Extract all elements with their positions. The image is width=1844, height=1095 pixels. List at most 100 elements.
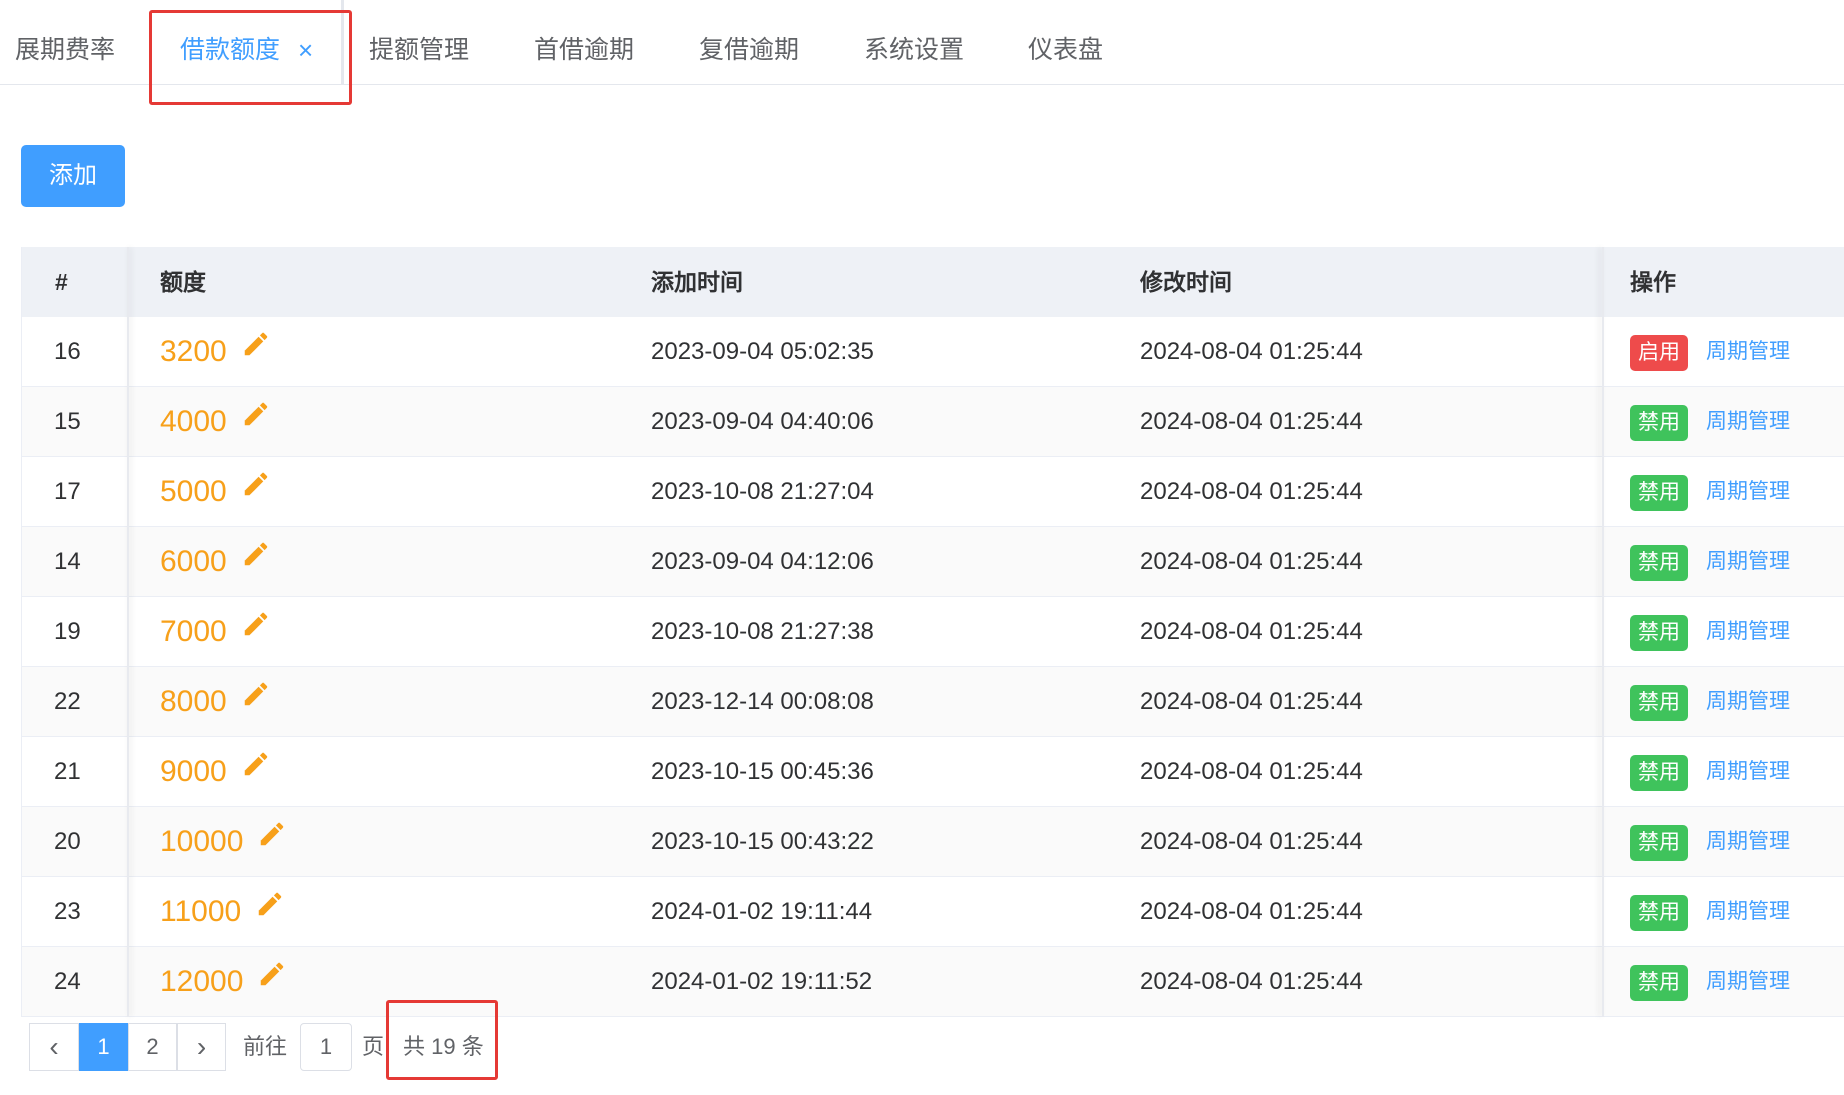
modified-time: 2024-08-04 01:25:44 (1140, 478, 1363, 505)
status-toggle-button[interactable]: 禁用 (1630, 475, 1688, 511)
amount-cell: 12000 (160, 947, 287, 1017)
edit-pencil-icon[interactable] (257, 947, 287, 1017)
page-1-button[interactable]: 1 (79, 1023, 128, 1071)
edit-pencil-icon[interactable] (241, 457, 271, 527)
modified-time: 2024-08-04 01:25:44 (1140, 898, 1363, 925)
cycle-management-link[interactable]: 周期管理 (1706, 527, 1790, 597)
table-header: # 额度 添加时间 修改时间 操作 (21, 247, 1844, 317)
status-toggle-button[interactable]: 禁用 (1630, 965, 1688, 1001)
amount-value: 8000 (160, 685, 227, 718)
row-id: 16 (54, 338, 81, 365)
status-toggle-button[interactable]: 禁用 (1630, 545, 1688, 581)
cycle-management-link[interactable]: 周期管理 (1706, 947, 1790, 1017)
cycle-management-link[interactable]: 周期管理 (1706, 457, 1790, 527)
highlight-box-tab (149, 10, 352, 105)
tab-limit-increase[interactable]: 提额管理 (369, 0, 469, 84)
amount-value: 10000 (160, 825, 244, 858)
edit-pencil-icon[interactable] (241, 387, 271, 457)
added-time: 2023-10-08 21:27:38 (651, 618, 874, 645)
modified-time: 2024-08-04 01:25:44 (1140, 828, 1363, 855)
amount-cell: 11000 (160, 877, 285, 947)
added-time: 2023-10-15 00:45:36 (651, 758, 874, 785)
add-button[interactable]: 添加 (21, 145, 125, 207)
amount-value: 6000 (160, 545, 227, 578)
header-id: # (55, 269, 68, 295)
added-time: 2023-09-04 04:40:06 (651, 408, 874, 435)
modified-time: 2024-08-04 01:25:44 (1140, 408, 1363, 435)
cycle-management-link[interactable]: 周期管理 (1706, 737, 1790, 807)
amount-cell: 10000 (160, 807, 287, 877)
header-amount: 额度 (160, 269, 206, 295)
status-toggle-button[interactable]: 禁用 (1630, 895, 1688, 931)
tab-extension-rate[interactable]: 展期费率 (15, 0, 115, 84)
table-row: 16 3200 2023-09-04 05:02:35 2024-08-04 01:2… (21, 317, 1844, 387)
tab-system-settings[interactable]: 系统设置 (864, 0, 964, 84)
row-id: 23 (54, 898, 81, 925)
status-toggle-button[interactable]: 禁用 (1630, 755, 1688, 791)
edit-pencil-icon[interactable] (241, 667, 271, 737)
cycle-management-link[interactable]: 周期管理 (1706, 317, 1790, 387)
row-id: 19 (54, 618, 81, 645)
table-row: 24 12000 2024-01-02 19:11:52 2024-08-04 01:… (21, 947, 1844, 1017)
added-time: 2023-10-15 00:43:22 (651, 828, 874, 855)
status-toggle-button[interactable]: 禁用 (1630, 405, 1688, 441)
table-row: 23 11000 2024-01-02 19:11:44 2024-08-04 01:… (21, 877, 1844, 947)
row-id: 17 (54, 478, 81, 505)
modified-time: 2024-08-04 01:25:44 (1140, 548, 1363, 575)
added-time: 2023-09-04 04:12:06 (651, 548, 874, 575)
amount-value: 11000 (160, 895, 242, 928)
edit-pencil-icon[interactable] (241, 597, 271, 667)
goto-page-input[interactable]: 1 (300, 1023, 352, 1071)
amount-cell: 8000 (160, 667, 271, 737)
edit-pencil-icon[interactable] (255, 877, 285, 947)
amount-value: 3200 (160, 335, 227, 368)
amount-value: 4000 (160, 405, 227, 438)
cycle-management-link[interactable]: 周期管理 (1706, 877, 1790, 947)
status-toggle-button[interactable]: 启用 (1630, 335, 1688, 371)
edit-pencil-icon[interactable] (257, 807, 287, 877)
edit-pencil-icon[interactable] (241, 527, 271, 597)
tab-repeat-loan-overdue[interactable]: 复借逾期 (699, 0, 799, 84)
header-modified-time: 修改时间 (1140, 269, 1232, 295)
table-row: 15 4000 2023-09-04 04:40:06 2024-08-04 01:2… (21, 387, 1844, 457)
row-id: 14 (54, 548, 81, 575)
status-toggle-button[interactable]: 禁用 (1630, 615, 1688, 651)
amount-cell: 4000 (160, 387, 271, 457)
page-suffix: 页 (362, 1034, 385, 1059)
table-row: 19 7000 2023-10-08 21:27:38 2024-08-04 01:2… (21, 597, 1844, 667)
row-id: 21 (54, 758, 81, 785)
amount-cell: 9000 (160, 737, 271, 807)
edit-pencil-icon[interactable] (241, 317, 271, 387)
highlight-box-total (386, 1000, 498, 1080)
cycle-management-link[interactable]: 周期管理 (1706, 387, 1790, 457)
prev-page-button[interactable]: ‹ (29, 1023, 79, 1071)
cycle-management-link[interactable]: 周期管理 (1706, 807, 1790, 877)
tab-first-loan-overdue[interactable]: 首借逾期 (534, 0, 634, 84)
modified-time: 2024-08-04 01:25:44 (1140, 338, 1363, 365)
status-toggle-button[interactable]: 禁用 (1630, 685, 1688, 721)
cycle-management-link[interactable]: 周期管理 (1706, 667, 1790, 737)
edit-pencil-icon[interactable] (241, 737, 271, 807)
amount-value: 5000 (160, 475, 227, 508)
amount-cell: 7000 (160, 597, 271, 667)
added-time: 2024-01-02 19:11:44 (651, 898, 873, 925)
next-page-button[interactable]: › (177, 1023, 226, 1071)
fixed-column-shadow-left (127, 247, 129, 1017)
row-id: 24 (54, 968, 81, 995)
fixed-column-shadow-right (1602, 247, 1604, 1017)
amount-cell: 5000 (160, 457, 271, 527)
table-row: 14 6000 2023-09-04 04:12:06 2024-08-04 01:2… (21, 527, 1844, 597)
status-toggle-button[interactable]: 禁用 (1630, 825, 1688, 861)
amount-value: 7000 (160, 615, 227, 648)
table-row: 20 10000 2023-10-15 00:43:22 2024-08-04 01:… (21, 807, 1844, 877)
page-2-button[interactable]: 2 (128, 1023, 177, 1071)
header-added-time: 添加时间 (651, 269, 743, 295)
modified-time: 2024-08-04 01:25:44 (1140, 618, 1363, 645)
table-row: 17 5000 2023-10-08 21:27:04 2024-08-04 01:2… (21, 457, 1844, 527)
tab-dashboard[interactable]: 仪表盘 (1028, 0, 1103, 84)
cycle-management-link[interactable]: 周期管理 (1706, 597, 1790, 667)
added-time: 2023-12-14 00:08:08 (651, 688, 874, 715)
amount-cell: 6000 (160, 527, 271, 597)
row-id: 20 (54, 828, 81, 855)
amount-value: 12000 (160, 965, 244, 998)
